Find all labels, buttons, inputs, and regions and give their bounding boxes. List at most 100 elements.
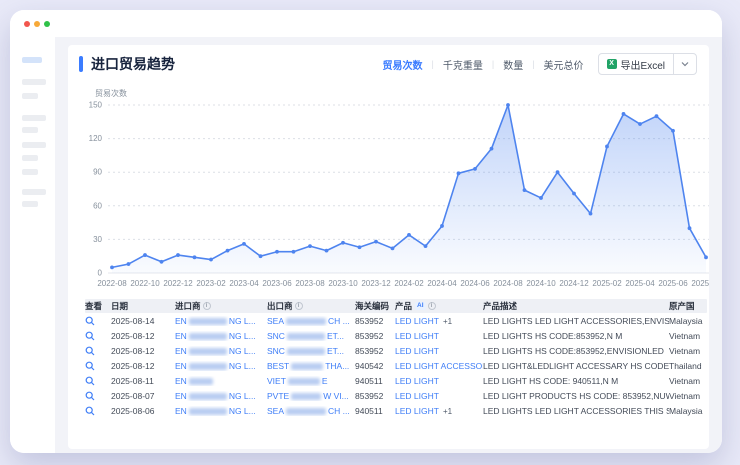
origin-country: Vietnam (669, 331, 707, 341)
export-excel-button[interactable]: X 导出Excel (599, 54, 673, 74)
svg-text:2025-02: 2025-02 (592, 279, 622, 288)
trend-card: 进口贸易趋势 贸易次数|千克重量|数量|美元总价 X 导出Excel (68, 45, 709, 449)
export-dropdown-button[interactable] (673, 54, 696, 74)
metric-tabs: 贸易次数|千克重量|数量|美元总价 (381, 57, 586, 72)
redacted-text (287, 348, 325, 355)
importer-link[interactable]: ENNG L... (175, 346, 267, 356)
hs-code: 940542 (355, 361, 395, 371)
origin-country: Vietnam (669, 391, 707, 401)
svg-text:0: 0 (98, 269, 103, 278)
importer-link[interactable]: ENNG L... (175, 391, 267, 401)
magnifier-icon (85, 331, 95, 341)
view-detail-button[interactable] (85, 361, 111, 371)
sidebar-item[interactable] (22, 93, 38, 99)
hs-code: 853952 (355, 331, 395, 341)
svg-text:150: 150 (89, 101, 103, 110)
table-row[interactable]: 2025-08-12ENNG L...SNCET...853952LED LIG… (85, 343, 707, 358)
view-detail-button[interactable] (85, 346, 111, 356)
importer-link[interactable]: ENNG L... (175, 406, 267, 416)
product-tag[interactable]: LED LIGHT (395, 331, 483, 341)
table-row[interactable]: 2025-08-12ENNG L...SNCET...853952LED LIG… (85, 328, 707, 343)
metric-tab[interactable]: 千克重量 (441, 57, 485, 72)
exporter-link[interactable]: SEACH ... (267, 406, 355, 416)
importer-link[interactable]: ENNG L... (175, 331, 267, 341)
svg-text:2022-08: 2022-08 (97, 279, 127, 288)
product-tag[interactable]: LED LIGHT (395, 376, 483, 386)
close-window-button[interactable] (24, 21, 30, 27)
table-row[interactable]: 2025-08-06ENNG L...SEACH ...940511LED LI… (85, 403, 707, 418)
exporter-link[interactable]: SNCET... (267, 346, 355, 356)
sidebar-item[interactable] (22, 127, 38, 133)
table-header-row: 查看日期进口商i出口商i海关编码产品AIi产品描述原产国 (85, 299, 707, 313)
shipments-table: 查看日期进口商i出口商i海关编码产品AIi产品描述原产国 2025-08-14E… (85, 299, 707, 418)
importer-link[interactable]: EN (175, 376, 267, 386)
view-detail-button[interactable] (85, 331, 111, 341)
svg-text:2023-08: 2023-08 (295, 279, 325, 288)
hs-code: 853952 (355, 346, 395, 356)
product-extra-count: +1 (443, 407, 452, 416)
product-tag[interactable]: LED LIGHT (395, 346, 483, 356)
sidebar-item[interactable] (22, 155, 38, 161)
redacted-text (189, 408, 227, 415)
product-description: LED LIGHT&LEDLIGHT ACCESSARY HS CODE: 94… (483, 361, 669, 371)
info-icon[interactable]: i (203, 302, 211, 310)
svg-text:90: 90 (93, 168, 102, 177)
sidebar-item[interactable] (22, 169, 38, 175)
svg-text:2023-06: 2023-06 (262, 279, 292, 288)
view-detail-button[interactable] (85, 406, 111, 416)
desktop-background: 进口贸易趋势 贸易次数|千克重量|数量|美元总价 X 导出Excel (0, 0, 740, 465)
view-detail-button[interactable] (85, 391, 111, 401)
sidebar-item[interactable] (22, 142, 46, 148)
shipment-date: 2025-08-11 (111, 376, 175, 386)
exporter-link[interactable]: VIETE (267, 376, 355, 386)
product-description: LED LIGHTS LED LIGHT ACCESSORIES,ENVISIO… (483, 316, 669, 326)
metric-tab[interactable]: 贸易次数 (381, 57, 425, 72)
redacted-text (291, 363, 323, 370)
svg-text:2023-10: 2023-10 (328, 279, 358, 288)
product-description: LED LIGHTS HS CODE:853952,N M (483, 331, 669, 341)
origin-country: Vietnam (669, 346, 707, 356)
sidebar-item[interactable] (22, 79, 46, 85)
window-body: 进口贸易趋势 贸易次数|千克重量|数量|美元总价 X 导出Excel (10, 37, 722, 453)
export-excel-label: 导出Excel (621, 57, 665, 72)
metric-tab[interactable]: 数量 (501, 57, 525, 72)
info-icon[interactable]: i (428, 302, 436, 310)
zoom-window-button[interactable] (44, 21, 50, 27)
product-tag[interactable]: LED LIGHT ACCESSORY (395, 361, 483, 371)
exporter-link[interactable]: SNCET... (267, 331, 355, 341)
redacted-text (291, 393, 321, 400)
exporter-link[interactable]: PVTEW VI... (267, 391, 355, 401)
exporter-link[interactable]: BESTTHA... (267, 361, 355, 371)
sidebar-item[interactable] (22, 201, 38, 207)
sidebar-item-active[interactable] (22, 57, 42, 63)
column-header: 查看 (85, 300, 111, 312)
magnifier-icon (85, 316, 95, 326)
view-detail-button[interactable] (85, 376, 111, 386)
magnifier-icon (85, 376, 95, 386)
importer-link[interactable]: ENNG L... (175, 316, 267, 326)
view-detail-button[interactable] (85, 316, 111, 326)
sidebar-item[interactable] (22, 189, 46, 195)
product-tag[interactable]: LED LIGHT+1 (395, 316, 483, 326)
svg-text:2024-06: 2024-06 (460, 279, 490, 288)
shipment-date: 2025-08-07 (111, 391, 175, 401)
minimize-window-button[interactable] (34, 21, 40, 27)
product-tag[interactable]: LED LIGHT (395, 391, 483, 401)
table-row[interactable]: 2025-08-14ENNG L...SEACH ...853952LED LI… (85, 313, 707, 328)
exporter-link[interactable]: SEACH ... (267, 316, 355, 326)
table-row[interactable]: 2025-08-12ENNG L...BESTTHA...940542LED L… (85, 358, 707, 373)
info-icon[interactable]: i (295, 302, 303, 310)
product-tag[interactable]: LED LIGHT+1 (395, 406, 483, 416)
svg-text:2023-12: 2023-12 (361, 279, 391, 288)
sidebar-item[interactable] (22, 115, 46, 121)
excel-icon: X (607, 59, 617, 69)
redacted-text (287, 333, 325, 340)
tab-separator: | (432, 59, 434, 69)
product-description: LED LIGHTS LED LIGHT ACCESSORIES THIS SH… (483, 406, 669, 416)
table-row[interactable]: 2025-08-07ENNG L...PVTEW VI...853952LED … (85, 388, 707, 403)
importer-link[interactable]: ENNG L... (175, 361, 267, 371)
metric-tab[interactable]: 美元总价 (542, 57, 586, 72)
redacted-text (286, 318, 326, 325)
shipment-date: 2025-08-14 (111, 316, 175, 326)
table-row[interactable]: 2025-08-11ENVIETE940511LED LIGHTLED LIGH… (85, 373, 707, 388)
